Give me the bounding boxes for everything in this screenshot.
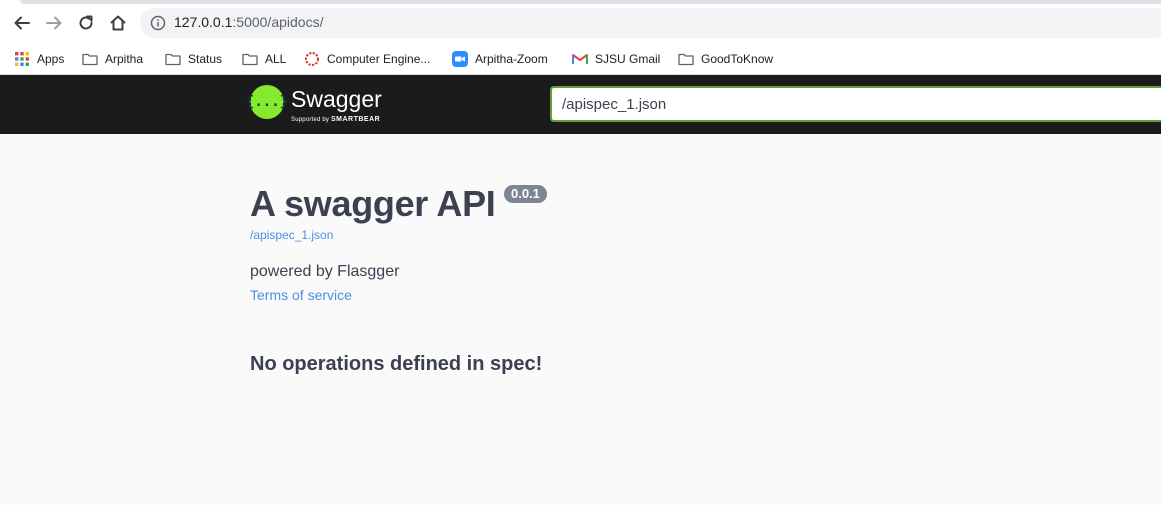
bookmark-label: GoodToKnow xyxy=(701,52,774,66)
gmail-icon xyxy=(572,51,588,67)
apps-grid-icon xyxy=(14,51,30,67)
reload-icon xyxy=(79,15,93,30)
tab-strip xyxy=(20,0,1161,4)
zoom-camera-icon xyxy=(452,51,468,67)
api-title: A swagger API xyxy=(250,183,496,224)
back-button[interactable] xyxy=(10,11,34,35)
spec-url-link[interactable]: /apispec_1.json xyxy=(250,228,333,242)
bookmark-label: Apps xyxy=(37,52,65,66)
bookmark-label: Arpitha-Zoom xyxy=(475,52,548,66)
bookmark-label: SJSU Gmail xyxy=(595,52,661,66)
bookmark-label: Computer Engine... xyxy=(327,52,431,66)
terms-of-service-link[interactable]: Terms of service xyxy=(250,287,352,303)
bookmark-folder-status[interactable]: Status xyxy=(165,49,222,69)
folder-icon xyxy=(678,51,694,67)
tagline-prefix: Supported by xyxy=(291,117,330,123)
bookmark-computer-engineering[interactable]: Computer Engine... xyxy=(304,49,430,69)
url-path: :5000/apidocs/ xyxy=(232,14,324,30)
tagline-brand: SMARTBEAR xyxy=(330,116,381,123)
folder-icon xyxy=(82,51,98,67)
folder-icon xyxy=(242,51,258,67)
site-info-icon[interactable] xyxy=(150,15,166,31)
url-host: 127.0.0.1 xyxy=(174,14,233,30)
swagger-logo-icon: {...} xyxy=(246,85,288,119)
bookmark-folder-arpitha[interactable]: Arpitha xyxy=(82,49,143,69)
home-button[interactable] xyxy=(106,11,130,35)
smartbear-tagline: Supported by SMARTBEAR xyxy=(291,116,380,123)
no-operations-message: No operations defined in spec! xyxy=(250,353,543,375)
bookmark-label: Status xyxy=(188,52,223,66)
swagger-logo-text: Swagger xyxy=(291,86,382,112)
bookmark-label: ALL xyxy=(265,52,287,66)
forward-arrow-icon xyxy=(46,16,62,30)
home-icon xyxy=(110,15,126,31)
version-badge: 0.0.1 xyxy=(504,185,547,203)
bookmark-sjsu-gmail[interactable]: SJSU Gmail xyxy=(572,49,660,69)
folder-icon xyxy=(165,51,181,67)
address-url: 127.0.0.1:5000/apidocs/ xyxy=(174,14,323,30)
bookmark-folder-all[interactable]: ALL xyxy=(242,49,286,69)
reload-button[interactable] xyxy=(74,11,98,35)
bookmark-label: Arpitha xyxy=(105,52,144,66)
address-bar[interactable]: 127.0.0.1:5000/apidocs/ xyxy=(140,8,1161,38)
back-arrow-icon xyxy=(14,16,30,30)
spec-url-input[interactable] xyxy=(550,86,1161,122)
forward-button[interactable] xyxy=(42,11,66,35)
browser-toolbar: 127.0.0.1:5000/apidocs/ xyxy=(0,0,1161,44)
api-description: powered by Flasgger xyxy=(250,263,400,280)
bookmarks-bar: Apps Arpitha Status ALL Computer Engine.… xyxy=(0,44,1161,75)
bookmark-folder-goodtoknow[interactable]: GoodToKnow xyxy=(678,49,773,69)
bookmark-arpitha-zoom[interactable]: Arpitha-Zoom xyxy=(452,49,548,69)
sjsu-ring-icon xyxy=(304,51,320,67)
swagger-topbar: {...} Swagger Supported by SMARTBEAR xyxy=(0,75,1161,134)
bookmark-apps[interactable]: Apps xyxy=(14,49,64,69)
